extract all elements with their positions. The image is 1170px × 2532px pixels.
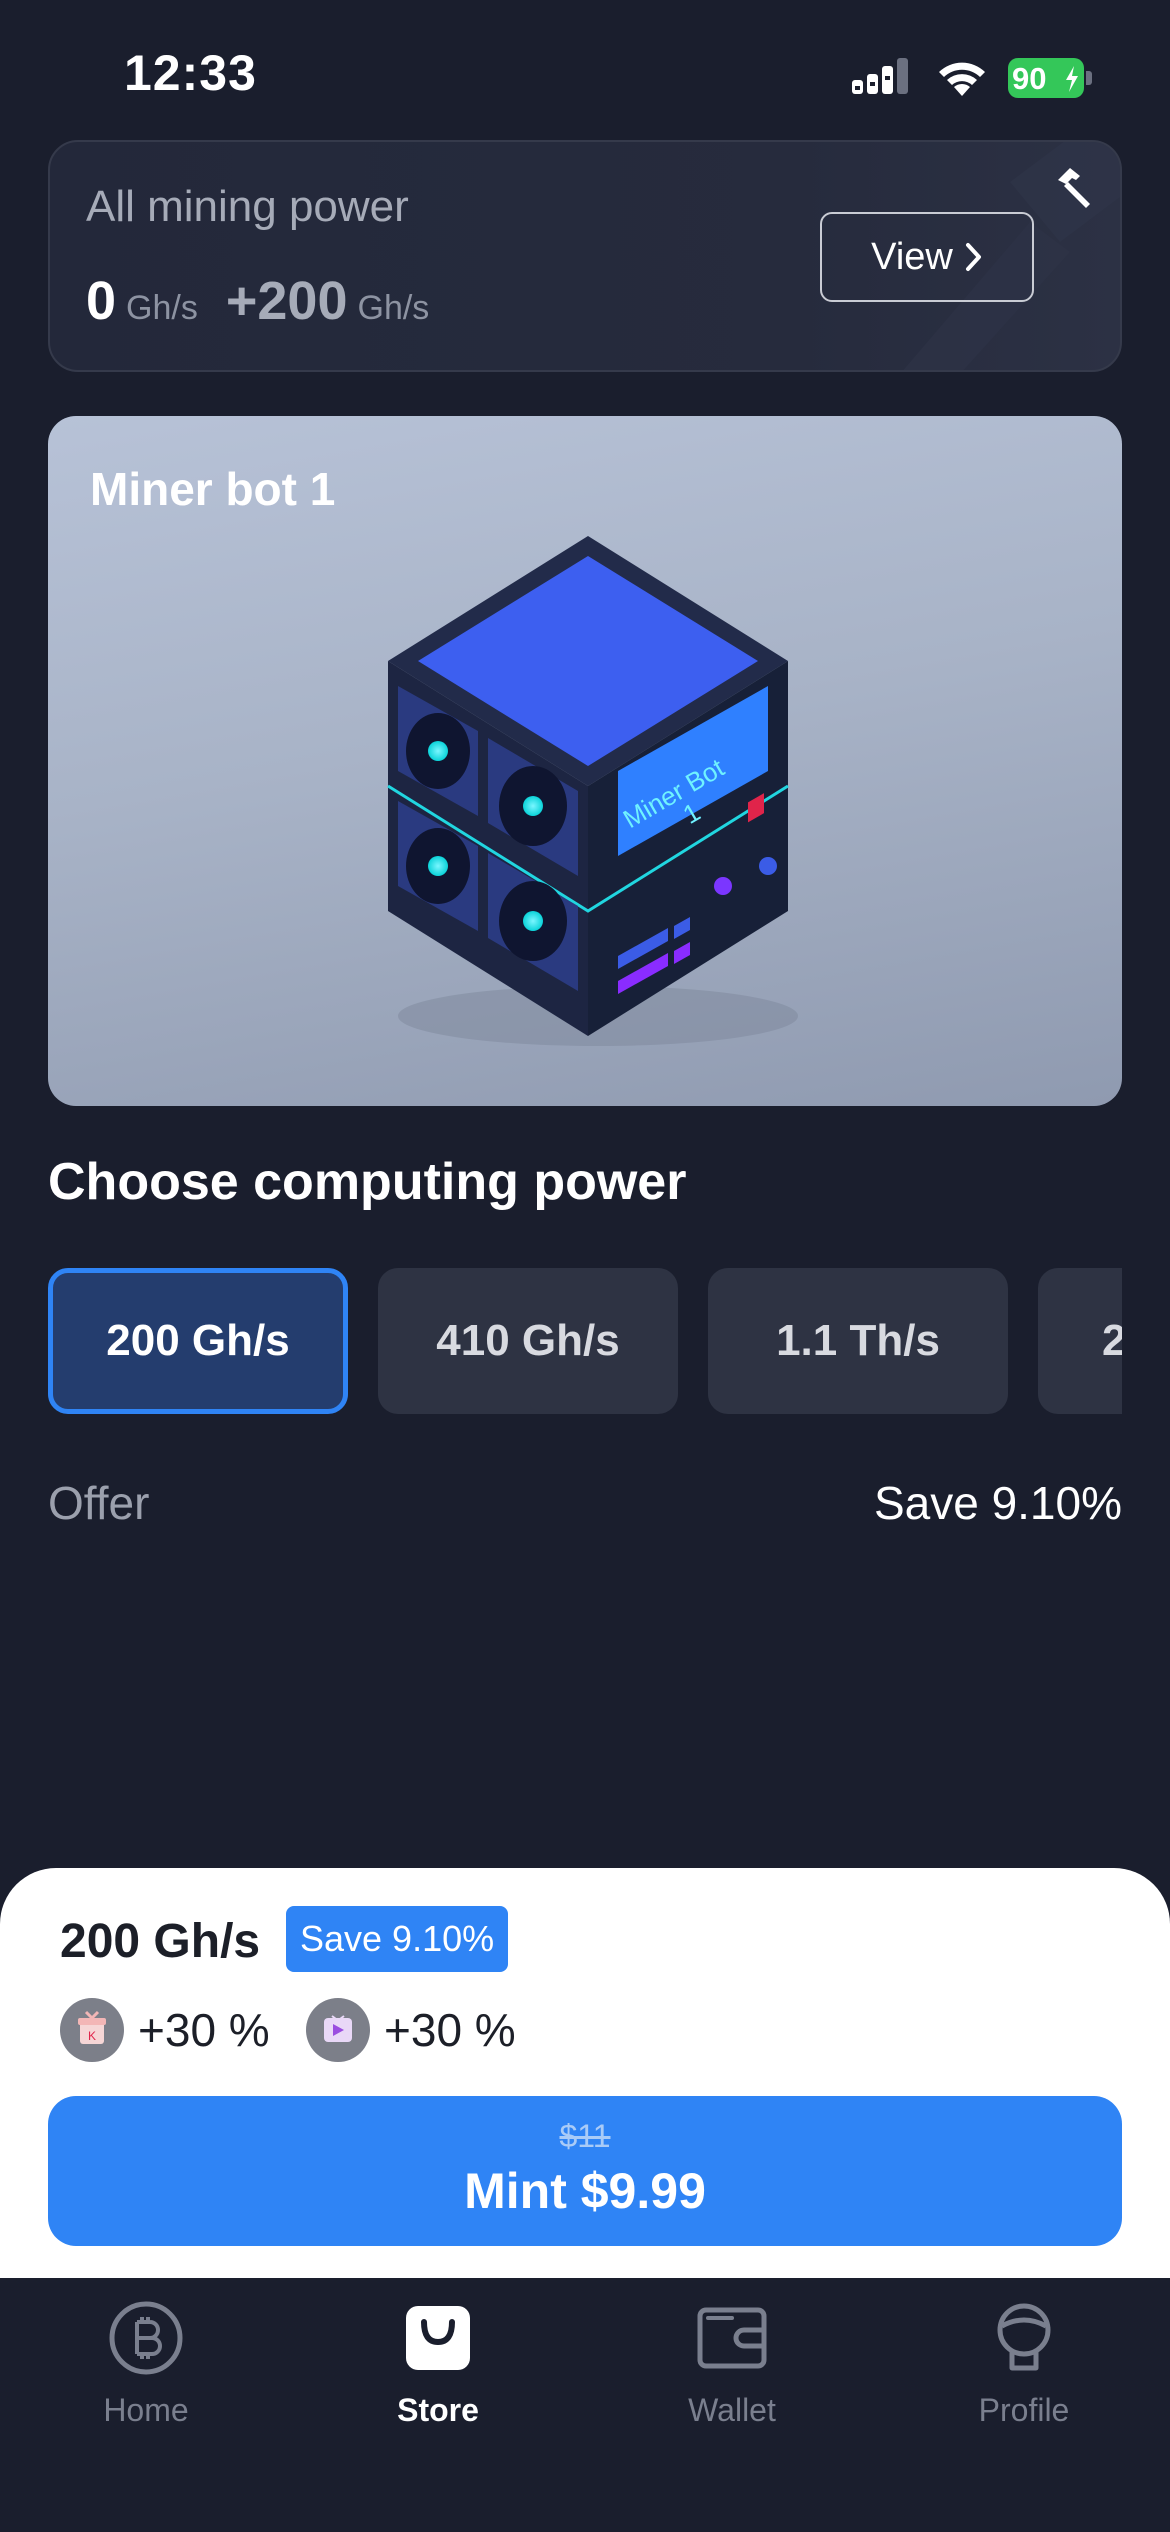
wifi-icon: [939, 62, 985, 96]
miner-bot-image: Miner Bot 1: [387, 536, 798, 1046]
miner-title: Miner bot 1: [90, 463, 336, 515]
computing-power-title: Choose computing power: [48, 1153, 687, 1211]
tab-home-label: Home: [103, 2392, 189, 2428]
battery-level: 90: [1012, 61, 1047, 96]
boost-video: +30 %: [306, 1998, 516, 2062]
video-icon: [306, 1998, 370, 2062]
tab-store-label: Store: [397, 2392, 479, 2428]
computing-options: 200 Gh/s 410 Gh/s 1.1 Th/s 2: [48, 1268, 1122, 1414]
option-1-1-ths[interactable]: 1.1 Th/s: [708, 1268, 1008, 1414]
tab-store[interactable]: Store: [338, 2298, 538, 2448]
miner-card: Miner bot 1 Miner Bot 1: [48, 416, 1122, 1106]
battery-cap: [1086, 71, 1092, 85]
offer-label: Offer: [48, 1477, 150, 1529]
purchase-sheet: 200 Gh/s Save 9.10% K +30 % +30 % $11 Mi…: [0, 1868, 1170, 2278]
wallet-icon: [697, 2307, 767, 2369]
tab-profile-label: Profile: [978, 2392, 1070, 2428]
store-screen: 12:33 90 All mining power 0 Gh/s +200 Gh…: [0, 0, 1170, 2532]
bonus-power-unit: Gh/s: [357, 289, 430, 327]
option-200-ghs[interactable]: 200 Gh/s: [48, 1268, 348, 1414]
hammer-icon[interactable]: [1050, 166, 1094, 210]
current-power-value: 0: [86, 271, 117, 331]
charging-bolt-icon: [1066, 66, 1078, 92]
shopping-bag-icon: [406, 2306, 470, 2370]
tab-profile[interactable]: Profile: [924, 2298, 1124, 2448]
boost-gift-value: +30 %: [138, 2004, 270, 2056]
view-button[interactable]: View: [820, 212, 1034, 302]
current-power-unit: Gh/s: [126, 289, 198, 327]
signal-icon: [852, 58, 908, 94]
chevron-right-icon: [965, 243, 981, 271]
boost-gift: K +30 %: [60, 1998, 270, 2062]
offer-value: Save 9.10%: [873, 1477, 1122, 1529]
tab-wallet-label: Wallet: [688, 2392, 776, 2428]
mint-label: Mint $9.99: [464, 2163, 706, 2219]
option-fourth[interactable]: 2: [1038, 1268, 1122, 1414]
tab-home[interactable]: Home: [46, 2298, 246, 2448]
mining-power-card: All mining power 0 Gh/s +200 Gh/s View: [48, 140, 1122, 372]
svg-text:K: K: [88, 2029, 96, 2043]
battery-icon: 90: [1008, 58, 1092, 98]
gift-icon: K: [60, 1998, 124, 2062]
boost-video-value: +30 %: [384, 2004, 516, 2056]
tab-bar: Home Store Wallet Profile: [0, 2278, 1170, 2532]
mining-power-values: 0 Gh/s +200 Gh/s: [86, 270, 429, 332]
option-410-ghs[interactable]: 410 Gh/s: [378, 1268, 678, 1414]
status-bar: 12:33 90: [0, 0, 1170, 140]
status-time: 12:33: [124, 45, 257, 101]
view-button-label: View: [871, 235, 953, 278]
tab-wallet[interactable]: Wallet: [632, 2298, 832, 2448]
bonus-power-value: +200: [225, 271, 348, 331]
profile-icon: [997, 2303, 1051, 2371]
mint-button[interactable]: $11 Mint $9.99: [48, 2096, 1122, 2246]
mining-power-title: All mining power: [86, 182, 409, 231]
battery-body: 90: [1008, 58, 1084, 98]
old-price: $11: [559, 2118, 611, 2154]
bitcoin-icon: [109, 2301, 183, 2375]
save-badge: Save 9.10%: [286, 1906, 509, 1972]
selected-power: 200 Gh/s: [60, 1915, 261, 1968]
